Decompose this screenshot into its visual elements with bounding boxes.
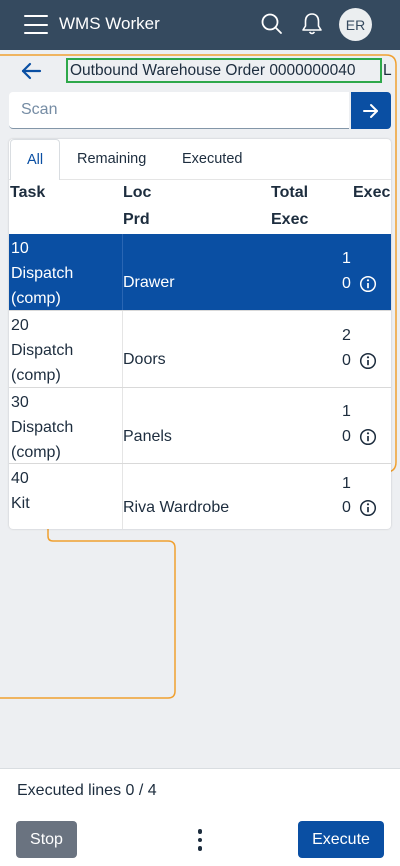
scan-input[interactable] xyxy=(9,92,349,129)
table-row[interactable]: 20 Dispatch (comp) Doors 2 0 xyxy=(9,311,391,387)
task-number: 40 xyxy=(11,470,29,487)
column-header-exec-qty[interactable]: Exec xyxy=(271,211,308,229)
product-cell: Riva Wardrobe xyxy=(123,499,230,516)
column-header-total[interactable]: Total xyxy=(271,184,308,202)
total-qty-cell: 1 xyxy=(342,475,351,492)
total-qty-cell: 2 xyxy=(342,327,351,344)
task-number: 20 xyxy=(11,317,29,334)
product-cell: Drawer xyxy=(123,274,175,291)
arrow-right-icon xyxy=(363,103,378,118)
product-cell: Panels xyxy=(123,428,172,445)
task-type: Dispatch xyxy=(11,342,74,359)
menu-icon[interactable] xyxy=(24,15,48,34)
exec-qty-cell: 0 xyxy=(342,499,351,516)
task-cell: 20 Dispatch (comp) xyxy=(9,311,122,387)
task-number: 10 xyxy=(11,240,29,257)
product-cell: Doors xyxy=(123,351,166,368)
scan-submit-button[interactable] xyxy=(351,92,391,129)
page-title: Outbound Warehouse Order 0000000040 xyxy=(66,58,382,83)
bell-icon[interactable] xyxy=(299,11,325,37)
exec-qty-cell: 0 xyxy=(342,275,351,292)
task-cell: 40 Kit xyxy=(9,464,122,529)
info-icon[interactable] xyxy=(359,499,377,517)
column-divider xyxy=(122,464,123,529)
column-header-prd[interactable]: Prd xyxy=(123,211,150,229)
table-row[interactable]: 10 Dispatch (comp) Drawer 1 0 xyxy=(9,234,391,310)
info-icon[interactable] xyxy=(359,352,377,370)
tab-bar: All Remaining Executed xyxy=(9,139,391,180)
table-row[interactable]: 30 Dispatch (comp) Panels 1 0 xyxy=(9,388,391,463)
tab-all[interactable]: All xyxy=(10,139,60,180)
column-header-exec[interactable]: Exec xyxy=(353,184,390,202)
shell-bar: WMS Worker ER xyxy=(0,0,400,50)
task-type: Dispatch xyxy=(11,265,74,282)
page-title-overflow: L xyxy=(383,62,392,79)
search-icon[interactable] xyxy=(259,11,285,37)
table-row[interactable]: 40 Kit Riva Wardrobe 1 0 xyxy=(9,464,391,529)
info-icon[interactable] xyxy=(359,428,377,446)
task-list-card: All Remaining Executed Task Loc Prd Tota… xyxy=(9,139,391,529)
exec-qty-cell: 0 xyxy=(342,428,351,445)
task-type-detail: (comp) xyxy=(11,290,61,307)
executed-lines-status: Executed lines 0 / 4 xyxy=(17,782,157,799)
total-qty-cell: 1 xyxy=(342,250,351,267)
task-number: 30 xyxy=(11,394,29,411)
column-header-task[interactable]: Task xyxy=(10,184,45,202)
column-divider xyxy=(122,311,123,387)
task-type-detail: (comp) xyxy=(11,444,61,461)
arrow-left-icon xyxy=(21,62,42,80)
task-type: Kit xyxy=(11,495,30,512)
column-header-loc[interactable]: Loc xyxy=(123,184,151,202)
tab-executed[interactable]: Executed xyxy=(182,139,242,180)
task-cell: 10 Dispatch (comp) xyxy=(9,234,122,310)
task-type-detail: (comp) xyxy=(11,367,61,384)
tab-remaining[interactable]: Remaining xyxy=(77,139,146,180)
task-type: Dispatch xyxy=(11,419,74,436)
avatar[interactable]: ER xyxy=(339,8,372,41)
back-button[interactable] xyxy=(16,58,46,84)
more-options-icon[interactable] xyxy=(189,824,211,856)
info-icon[interactable] xyxy=(359,275,377,293)
exec-qty-cell: 0 xyxy=(342,352,351,369)
column-divider xyxy=(122,234,123,310)
footer-toolbar: Executed lines 0 / 4 Stop Execute xyxy=(0,768,400,866)
stop-button[interactable]: Stop xyxy=(16,821,77,858)
task-cell: 30 Dispatch (comp) xyxy=(9,388,122,463)
total-qty-cell: 1 xyxy=(342,403,351,420)
execute-button[interactable]: Execute xyxy=(298,821,384,858)
app-title: WMS Worker xyxy=(59,14,160,33)
column-divider xyxy=(122,388,123,463)
